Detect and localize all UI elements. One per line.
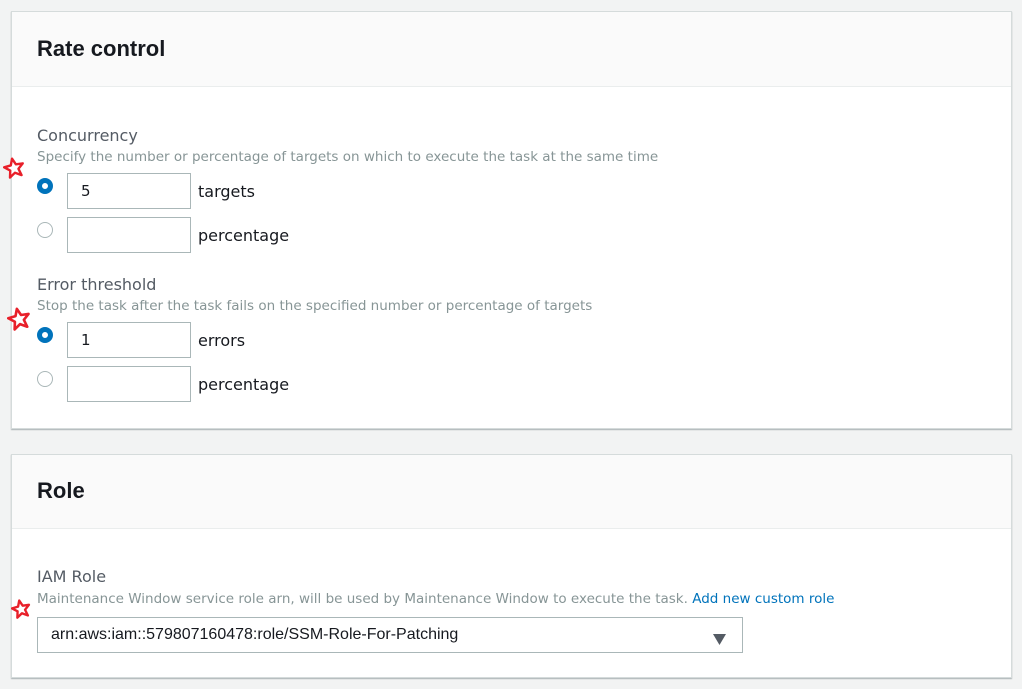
concurrency-targets-input[interactable] xyxy=(67,173,191,209)
iam-role-selected-value: arn:aws:iam::579807160478:role/SSM-Role-… xyxy=(51,626,459,643)
error-threshold-description: Stop the task after the task fails on th… xyxy=(37,298,593,314)
iam-role-label: IAM Role xyxy=(37,567,107,586)
iam-role-select[interactable]: arn:aws:iam::579807160478:role/SSM-Role-… xyxy=(37,617,743,653)
dropdown-caret-icon xyxy=(713,630,726,645)
error-threshold-percentage-input[interactable] xyxy=(67,366,191,402)
error-threshold-errors-radio[interactable] xyxy=(37,327,53,343)
concurrency-description: Specify the number or percentage of targ… xyxy=(37,149,659,165)
concurrency-label: Concurrency xyxy=(37,126,138,145)
annotation-star-icon xyxy=(11,599,31,619)
role-header: Role xyxy=(12,455,1011,529)
annotation-star-icon xyxy=(3,157,25,179)
concurrency-targets-unit: targets xyxy=(198,182,255,201)
rate-control-header: Rate control xyxy=(12,12,1011,87)
role-panel: Role IAM Role Maintenance Window service… xyxy=(11,454,1012,678)
rate-control-title: Rate control xyxy=(37,36,166,61)
rate-control-panel: Rate control Concurrency Specify the num… xyxy=(11,11,1012,429)
concurrency-targets-radio[interactable] xyxy=(37,178,53,194)
concurrency-percentage-unit: percentage xyxy=(198,226,290,245)
iam-role-description: Maintenance Window service role arn, wil… xyxy=(37,591,834,607)
error-threshold-label: Error threshold xyxy=(37,275,157,294)
role-title: Role xyxy=(37,478,85,503)
concurrency-percentage-radio[interactable] xyxy=(37,222,53,238)
error-threshold-percentage-radio[interactable] xyxy=(37,371,53,387)
add-new-custom-role-link[interactable]: Add new custom role xyxy=(692,591,834,607)
error-threshold-percentage-unit: percentage xyxy=(198,375,290,394)
concurrency-percentage-input[interactable] xyxy=(67,217,191,253)
iam-role-description-text: Maintenance Window service role arn, wil… xyxy=(37,591,688,607)
error-threshold-errors-input[interactable] xyxy=(67,322,191,358)
error-threshold-errors-unit: errors xyxy=(198,331,246,350)
annotation-star-icon xyxy=(7,307,31,331)
